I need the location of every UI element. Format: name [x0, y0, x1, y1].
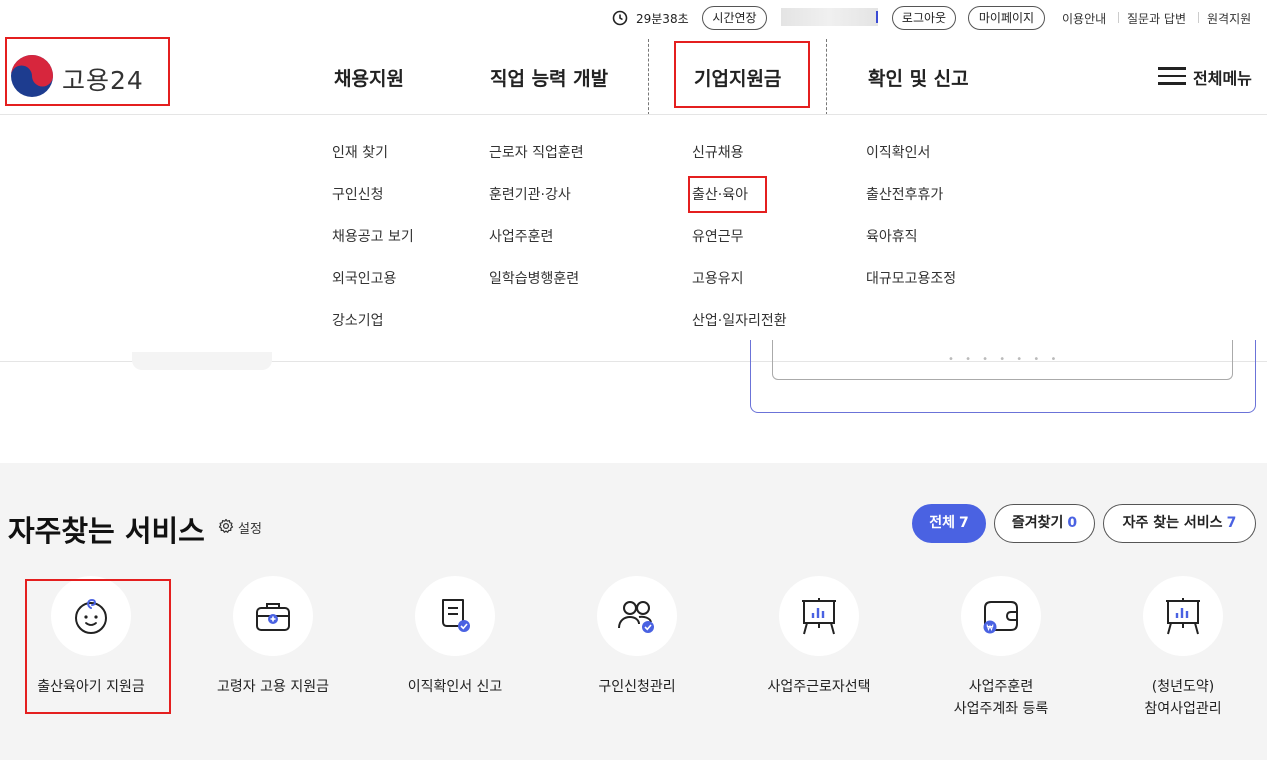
tab-frequent-label: 자주 찾는 서비스 — [1122, 515, 1223, 531]
submenu-large-scale-adjustment[interactable]: 대규모고용조정 — [866, 268, 956, 288]
submenu-strong-small-business[interactable]: 강소기업 — [332, 310, 384, 330]
gnb-recruit-support[interactable]: 채용지원 — [334, 64, 404, 91]
gnb-job-skill-development[interactable]: 직업 능력 개발 — [490, 64, 608, 91]
submenu-flexible-work[interactable]: 유연근무 — [692, 226, 744, 246]
submenu-employment-retention[interactable]: 고용유지 — [692, 268, 744, 288]
submenu-maternity-leave[interactable]: 출산전후휴가 — [866, 184, 943, 204]
tab-favorites-count: 0 — [1067, 515, 1078, 531]
service-icon-circle — [1143, 576, 1223, 656]
service-label: 구인신청관리 — [598, 679, 676, 695]
divider — [1198, 12, 1199, 23]
hamburger-icon — [1158, 67, 1186, 85]
submenu-job-posting-request[interactable]: 구인신청 — [332, 184, 384, 204]
session-timer: 29분38초 — [636, 12, 689, 26]
wallet-icon — [983, 601, 1018, 634]
page: 29분38초 시간연장 로그아웃 마이페이지 이용안내 질문과 답변 원격지원 … — [0, 0, 1267, 760]
tab-all-count: 7 — [959, 515, 969, 531]
gear-icon[interactable] — [218, 518, 234, 534]
tab-all[interactable]: 전체 7 — [912, 504, 986, 543]
service-icon-circle — [233, 576, 313, 656]
tab-all-label: 전체 — [929, 515, 955, 531]
service-label: 사업주근로자선택 — [767, 679, 871, 695]
gnb-verify-report[interactable]: 확인 및 신고 — [868, 64, 969, 91]
service-label: 사업주훈련 사업주계좌 등록 — [953, 679, 1049, 717]
settings-link[interactable]: 설정 — [238, 518, 262, 537]
submenu-parental-leave[interactable]: 육아휴직 — [866, 226, 918, 246]
extend-session-button[interactable]: 시간연장 — [702, 6, 767, 30]
submenu-worker-training[interactable]: 근로자 직업훈련 — [489, 142, 584, 162]
service-label: (청년도약) 참여사업관리 — [1144, 679, 1222, 717]
header-divider — [0, 114, 1267, 115]
submenu-view-job-postings[interactable]: 채용공고 보기 — [332, 226, 414, 246]
submenu-find-talent[interactable]: 인재 찾기 — [332, 142, 388, 162]
service-icon-circle — [415, 576, 495, 656]
briefcase-icon — [256, 603, 290, 631]
divider — [1118, 12, 1119, 23]
submenu-separation-certificate[interactable]: 이직확인서 — [866, 142, 930, 162]
service-icon-circle — [779, 576, 859, 656]
presentation-board-icon — [1166, 598, 1200, 635]
submenu-new-hire[interactable]: 신규채용 — [692, 142, 744, 162]
submenu-work-study-training[interactable]: 일학습병행훈련 — [489, 268, 579, 288]
submenu-industry-job-transition[interactable]: 산업·일자리전환 — [692, 310, 787, 330]
qna-link[interactable]: 질문과 답변 — [1127, 10, 1186, 27]
tab-frequent[interactable]: 자주 찾는 서비스 7 — [1103, 504, 1256, 543]
clock-icon — [612, 10, 628, 26]
logout-button[interactable]: 로그아웃 — [892, 6, 956, 30]
service-label: 고령자 고용 지원금 — [217, 679, 329, 695]
service-label: 이직확인서 신고 — [407, 679, 503, 695]
all-menu-label: 전체메뉴 — [1193, 69, 1252, 88]
section-title: 자주찾는 서비스 — [8, 514, 205, 548]
highlight-box-childbirth-childcare — [688, 176, 767, 213]
highlight-box-employer-subsidy — [674, 41, 810, 108]
people-check-icon — [618, 601, 654, 633]
tab-frequent-count: 7 — [1226, 515, 1237, 531]
service-icon-circle — [961, 576, 1041, 656]
remote-support-link[interactable]: 원격지원 — [1207, 10, 1251, 27]
masked-dots: • • • • • • • — [948, 354, 1061, 365]
submenu-training-institutions[interactable]: 훈련기관·강사 — [489, 184, 571, 204]
mypage-button[interactable]: 마이페이지 — [968, 6, 1045, 30]
user-name-masked — [781, 8, 878, 26]
presentation-board-icon — [802, 598, 836, 635]
highlight-box-childbirth-subsidy — [25, 579, 171, 714]
tab-favorites-label: 즐겨찾기 — [1011, 515, 1064, 531]
background-fragment — [132, 352, 272, 370]
utility-bar: 29분38초 시간연장 로그아웃 마이페이지 이용안내 질문과 답변 원격지원 — [0, 0, 1267, 36]
submenu-employer-training[interactable]: 사업주훈련 — [489, 226, 553, 246]
submenu-foreign-employment[interactable]: 외국인고용 — [332, 268, 396, 288]
service-icon-circle — [597, 576, 677, 656]
document-check-icon — [442, 599, 470, 632]
tab-favorites[interactable]: 즐겨찾기 0 — [994, 504, 1095, 543]
usage-guide-link[interactable]: 이용안내 — [1062, 10, 1106, 27]
highlight-box-logo — [5, 37, 170, 106]
